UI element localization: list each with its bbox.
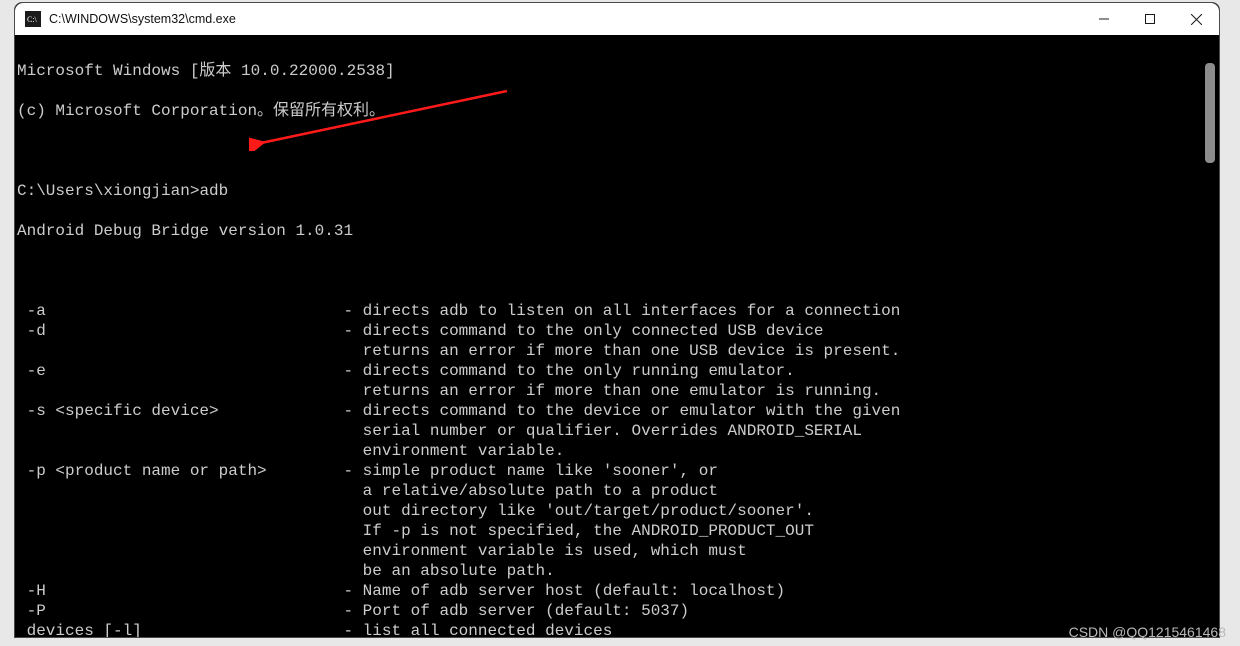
window-title: C:\WINDOWS\system32\cmd.exe — [49, 12, 236, 26]
help-line: -P - Port of adb server (default: 5037) — [17, 601, 1219, 621]
help-line: -a - directs adb to listen on all interf… — [17, 301, 1219, 321]
help-line: -H - Name of adb server host (default: l… — [17, 581, 1219, 601]
help-line: a relative/absolute path to a product — [17, 481, 1219, 501]
help-line: out directory like 'out/target/product/s… — [17, 501, 1219, 521]
help-output: -a - directs adb to listen on all interf… — [17, 301, 1219, 638]
help-line: -e - directs command to the only running… — [17, 361, 1219, 381]
help-line: environment variable is used, which must — [17, 541, 1219, 561]
scrollbar-thumb[interactable] — [1205, 63, 1215, 163]
cmd-icon: C:\ — [25, 11, 41, 27]
adb-version: Android Debug Bridge version 1.0.31 — [17, 221, 1219, 241]
terminal-output[interactable]: Microsoft Windows [版本 10.0.22000.2538] (… — [15, 35, 1219, 637]
help-line: returns an error if more than one emulat… — [17, 381, 1219, 401]
help-line: -s <specific device> - directs command t… — [17, 401, 1219, 421]
titlebar[interactable]: C:\ C:\WINDOWS\system32\cmd.exe — [15, 3, 1219, 35]
close-button[interactable] — [1173, 3, 1219, 35]
scrollbar[interactable] — [1205, 43, 1217, 629]
help-line: be an absolute path. — [17, 561, 1219, 581]
help-line: -d - directs command to the only connect… — [17, 321, 1219, 341]
maximize-button[interactable] — [1127, 3, 1173, 35]
help-line: environment variable. — [17, 441, 1219, 461]
watermark: CSDN @QQ1215461468 — [1069, 624, 1226, 640]
help-line: devices [-l] - list all connected device… — [17, 621, 1219, 638]
help-line: -p <product name or path> - simple produ… — [17, 461, 1219, 481]
minimize-button[interactable] — [1081, 3, 1127, 35]
os-header: Microsoft Windows [版本 10.0.22000.2538] — [17, 61, 1219, 81]
copyright: (c) Microsoft Corporation。保留所有权利。 — [17, 101, 1219, 121]
help-line: If -p is not specified, the ANDROID_PROD… — [17, 521, 1219, 541]
help-line: serial number or qualifier. Overrides AN… — [17, 421, 1219, 441]
cmd-window: C:\ C:\WINDOWS\system32\cmd.exe Microsof… — [14, 2, 1220, 638]
command-input: adb — [199, 182, 228, 200]
svg-text:C:\: C:\ — [27, 15, 38, 24]
prompt-line: C:\Users\xiongjian>adb — [17, 181, 1219, 201]
help-line: returns an error if more than one USB de… — [17, 341, 1219, 361]
prompt: C:\Users\xiongjian> — [17, 182, 199, 200]
